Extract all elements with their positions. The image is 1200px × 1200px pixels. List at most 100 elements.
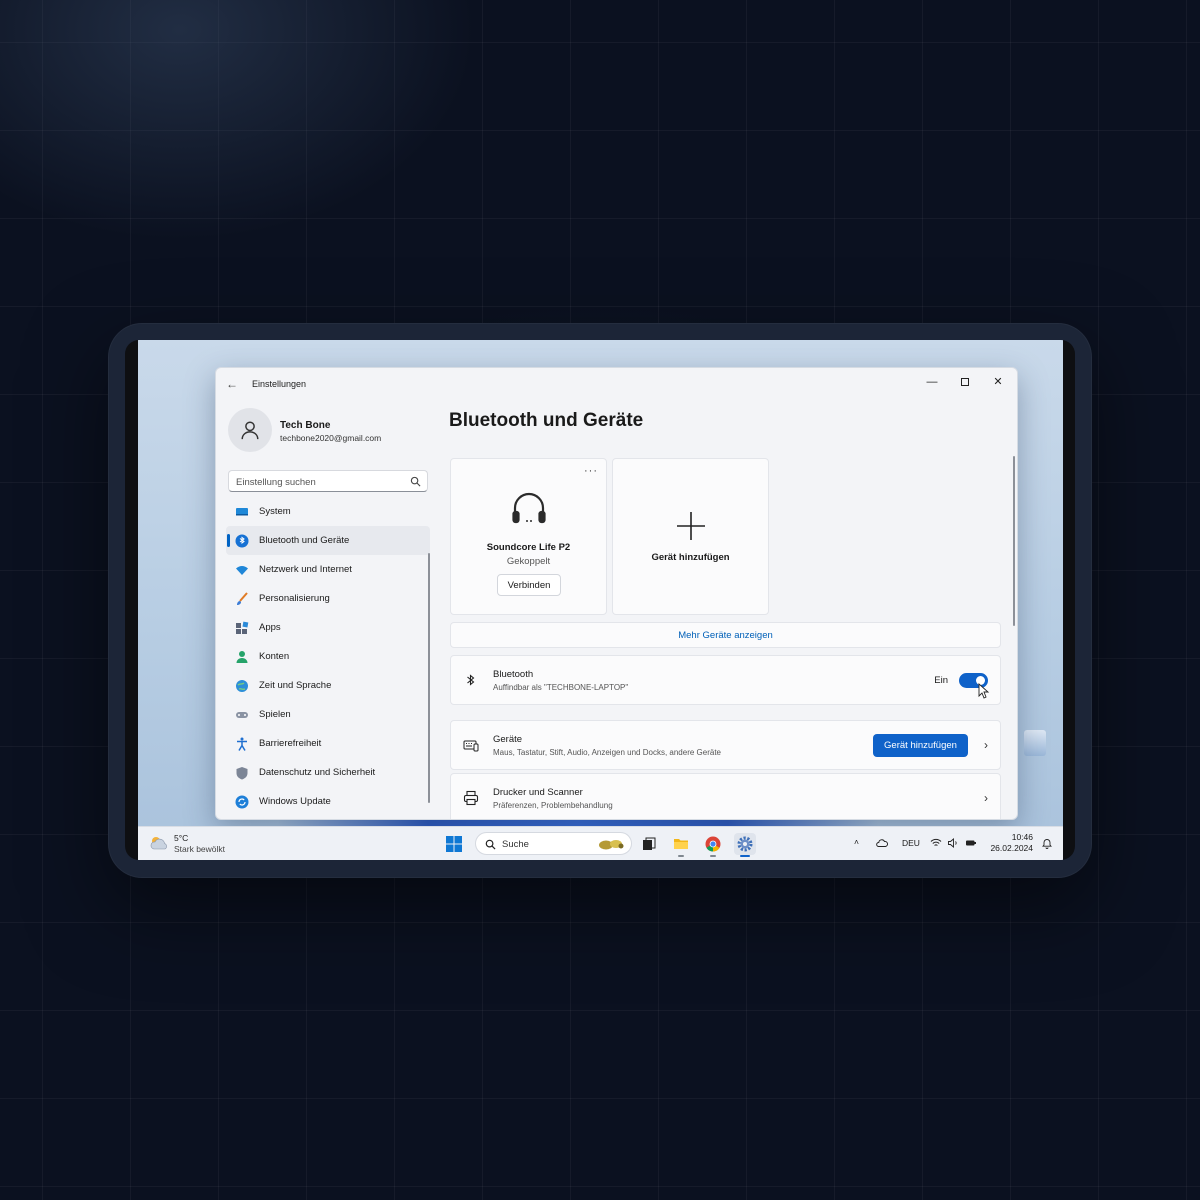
desktop-icon-recycle-bin[interactable]: [1018, 730, 1052, 780]
settings-search-input[interactable]: Einstellung suchen: [228, 470, 428, 492]
clock-time: 10:46: [1011, 832, 1033, 842]
device-status: Gekoppelt: [506, 556, 551, 567]
sidebar-item-accounts[interactable]: Konten: [226, 642, 430, 671]
weather-condition: Stark bewölkt: [174, 844, 226, 854]
sidebar-item-time-language[interactable]: Zeit und Sprache: [226, 671, 430, 700]
onedrive-icon[interactable]: [876, 837, 888, 851]
windows-start-icon[interactable]: [446, 836, 462, 852]
running-indicator: [740, 855, 750, 857]
connect-button[interactable]: Verbinden: [497, 574, 561, 596]
clock-date: 26.02.2024: [990, 843, 1033, 853]
bluetooth-icon: [463, 672, 479, 688]
sidebar-item-label: Windows Update: [259, 796, 331, 807]
folder-icon: [674, 839, 688, 849]
bluetooth-row: Bluetooth Auffindbar als "TECHBONE-LAPTO…: [450, 655, 1001, 705]
sidebar-item-network[interactable]: Netzwerk und Internet: [226, 555, 430, 584]
add-device-button[interactable]: Gerät hinzufügen: [873, 734, 968, 757]
volume-icon[interactable]: [947, 837, 959, 851]
profile-email: techbone2020@gmail.com: [280, 433, 382, 443]
sidebar-item-label: Spielen: [259, 709, 291, 720]
devices-title: Geräte: [493, 734, 523, 745]
avatar: [228, 408, 272, 452]
search-highlight-icon: [599, 840, 624, 850]
profile-name: Tech Bone: [280, 420, 331, 431]
sidebar-scrollbar[interactable]: [428, 553, 430, 803]
user-profile[interactable]: Tech Bone techbone2020@gmail.com: [228, 408, 428, 454]
globe-clock-icon: [235, 679, 249, 693]
gamepad-icon: [235, 708, 249, 722]
devices-subtitle: Maus, Tastatur, Stift, Audio, Anzeigen u…: [493, 748, 721, 757]
sidebar-item-system[interactable]: System: [226, 497, 430, 526]
back-arrow-icon[interactable]: ←: [226, 377, 240, 391]
apps-icon: [235, 621, 249, 635]
page-title: Bluetooth und Geräte: [449, 410, 644, 431]
monitor-icon: [235, 505, 249, 519]
settings-window: ← Einstellungen — ✕ Tech Bone techbone20…: [215, 367, 1018, 820]
device-tile-soundcore[interactable]: ··· Soundcore Life P2 Gekoppelt Verbinde…: [450, 458, 607, 615]
title-bar: ← Einstellungen — ✕: [216, 368, 1017, 400]
bluetooth-subtitle: Auffindbar als "TECHBONE-LAPTOP": [493, 683, 629, 692]
language-indicator[interactable]: DEU: [902, 838, 920, 848]
window-title: Einstellungen: [252, 379, 307, 389]
brush-icon: [235, 591, 249, 606]
sidebar-item-personalization[interactable]: Personalisierung: [226, 584, 430, 613]
notification-bell-icon[interactable]: [1041, 837, 1053, 849]
running-indicator: [710, 855, 716, 857]
mouse-cursor-icon: [978, 683, 990, 699]
tray-overflow-button[interactable]: ˄: [854, 837, 859, 847]
plus-icon: [677, 512, 705, 540]
add-device-tile[interactable]: Gerät hinzufügen: [612, 458, 769, 615]
chrome-icon: [705, 836, 721, 852]
search-icon: [485, 839, 496, 850]
sidebar-item-bluetooth[interactable]: Bluetooth und Geräte: [226, 526, 430, 555]
accessibility-icon: [235, 737, 249, 751]
sidebar-item-label: System: [259, 506, 291, 517]
device-frame: ← Einstellungen — ✕ Tech Bone techbone20…: [108, 323, 1092, 878]
bluetooth-toggle-label: Ein: [934, 675, 948, 686]
sidebar-item-label: Datenschutz und Sicherheit: [259, 767, 376, 778]
sidebar-item-privacy[interactable]: Datenschutz und Sicherheit: [226, 758, 430, 787]
wifi-icon: [235, 563, 249, 577]
keyboard-device-icon: [463, 737, 479, 753]
sidebar-item-gaming[interactable]: Spielen: [226, 700, 430, 729]
device-bezel: ← Einstellungen — ✕ Tech Bone techbone20…: [125, 340, 1075, 860]
taskbar-app-explorer[interactable]: [670, 833, 692, 857]
battery-icon[interactable]: [965, 837, 977, 851]
sidebar-item-apps[interactable]: Apps: [226, 613, 430, 642]
shield-icon: [235, 766, 249, 780]
person-icon: [235, 650, 249, 664]
update-icon: [235, 795, 249, 809]
taskbar-search-placeholder: Suche: [502, 839, 529, 850]
chevron-right-icon: ›: [984, 791, 988, 805]
close-button[interactable]: ✕: [983, 372, 1013, 392]
wifi-icon[interactable]: [930, 837, 942, 851]
sidebar-item-windows-update[interactable]: Windows Update: [226, 787, 430, 816]
maximize-icon: [961, 378, 969, 387]
taskbar-search-box[interactable]: Suche: [475, 832, 632, 855]
person-icon: [241, 421, 259, 440]
more-options-button[interactable]: ···: [584, 465, 598, 477]
minimize-button[interactable]: —: [917, 372, 947, 392]
printer-icon: [463, 790, 479, 806]
device-name: Soundcore Life P2: [486, 542, 571, 553]
sidebar-item-label: Barrierefreiheit: [259, 738, 322, 749]
taskbar-app-task-view[interactable]: [638, 833, 660, 855]
add-device-label: Gerät hinzufügen: [651, 552, 730, 563]
printers-title: Drucker und Scanner: [493, 787, 583, 798]
taskbar-clock[interactable]: 10:46 26.02.2024: [990, 832, 1033, 854]
sidebar-item-label: Apps: [259, 622, 281, 633]
taskbar-app-chrome[interactable]: [702, 833, 724, 857]
search-placeholder: Einstellung suchen: [236, 477, 316, 488]
search-icon: [410, 476, 421, 487]
maximize-button[interactable]: [950, 372, 980, 392]
devices-row[interactable]: Geräte Maus, Tastatur, Stift, Audio, Anz…: [450, 720, 1001, 770]
sidebar-item-accessibility[interactable]: Barrierefreiheit: [226, 729, 430, 758]
main-scrollbar[interactable]: [1013, 456, 1015, 626]
printers-row[interactable]: Drucker und Scanner Präferenzen, Problem…: [450, 773, 1001, 819]
weather-widget[interactable]: 5°C Stark bewölkt: [150, 833, 260, 857]
headphones-icon: [512, 492, 546, 524]
sidebar-item-label: Konten: [259, 651, 290, 662]
taskbar-app-settings[interactable]: [734, 833, 756, 857]
cloud-icon: [150, 837, 167, 850]
show-more-devices-link[interactable]: Mehr Geräte anzeigen: [450, 622, 1001, 648]
